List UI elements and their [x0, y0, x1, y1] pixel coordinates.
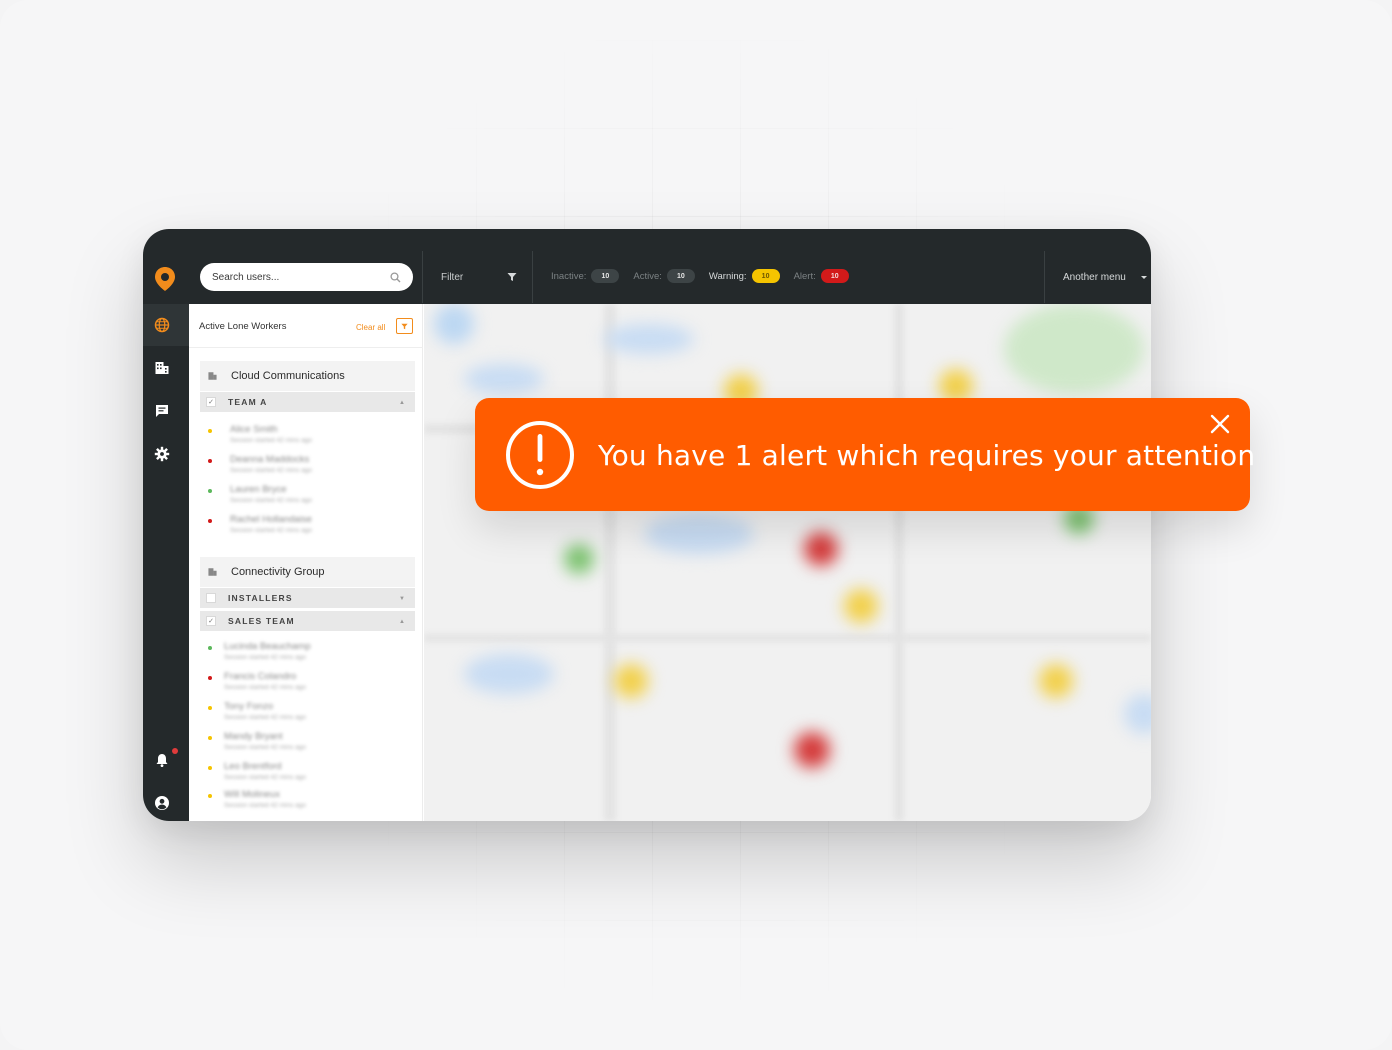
filter-icon [401, 323, 408, 329]
gear-icon[interactable] [154, 446, 170, 462]
worker-item[interactable]: Mandy Bryant Session started 42 mins ago [200, 727, 415, 757]
worker-item[interactable]: Francis Colandro Session started 42 mins… [200, 667, 415, 697]
map-water [464, 654, 554, 694]
worker-item[interactable]: Tony Fonzo Session started 42 mins ago [200, 697, 415, 727]
map-marker-alert[interactable] [804, 532, 838, 566]
status-dot [208, 794, 212, 798]
filter-label[interactable]: Filter [441, 272, 463, 283]
status-dot [208, 736, 212, 740]
worker-item[interactable]: Will Molineux Session started 42 mins ag… [200, 785, 415, 815]
building-icon[interactable] [154, 360, 170, 376]
status-count-badge: 10 [751, 269, 780, 283]
alert-toast: You have 1 alert which requires your att… [475, 398, 1255, 511]
filter-icon[interactable] [507, 272, 517, 282]
status-dot [208, 646, 212, 650]
panel-divider [189, 347, 423, 348]
worker-item[interactable]: Lucinda Beauchamp Session started 42 min… [200, 637, 415, 667]
team-checkbox[interactable] [206, 593, 216, 603]
map-park [1004, 304, 1144, 394]
exclamation-circle-icon [506, 421, 574, 489]
search-box[interactable] [200, 263, 413, 291]
team-row[interactable]: ✓ TEAM A ▲ [200, 392, 415, 412]
map-marker-active[interactable] [564, 544, 594, 574]
top-bar: Filter Inactive: 10 Active: 10 Warning: … [189, 229, 1151, 304]
chevron-down-icon[interactable]: ▼ [399, 596, 405, 602]
status-inactive[interactable]: Inactive: 10 [551, 269, 620, 283]
map-water [604, 324, 694, 354]
workers-panel: Active Lone Workers Clear all Cloud Comm… [189, 304, 423, 821]
team-row[interactable]: INSTALLERS ▼ [200, 588, 415, 608]
worker-item[interactable]: Leo Brentford Session started 42 mins ag… [200, 757, 415, 785]
team-checkbox[interactable]: ✓ [206, 616, 216, 626]
status-active[interactable]: Active: 10 [633, 269, 695, 283]
worker-item[interactable]: Alice Smith Session started 42 mins ago [200, 420, 415, 450]
worker-item[interactable]: Rachel Hollandaise Session started 42 mi… [200, 510, 415, 540]
chevron-down-icon[interactable] [1141, 276, 1147, 279]
topbar-divider [422, 251, 423, 303]
status-warning[interactable]: Warning: 10 [709, 269, 780, 283]
team-name: INSTALLERS [228, 593, 293, 603]
map-marker-warning[interactable] [844, 589, 878, 623]
map-marker-warning[interactable] [1039, 664, 1073, 698]
bell-icon[interactable] [154, 752, 170, 768]
chevron-up-icon[interactable]: ▲ [399, 619, 405, 625]
status-count-badge: 10 [666, 269, 695, 283]
status-dot [208, 429, 212, 433]
map-road [604, 304, 616, 821]
worker-item[interactable]: Lauren Bryce Session started 42 mins ago [200, 480, 415, 510]
building-icon [208, 372, 217, 380]
status-count-badge: 10 [591, 269, 620, 283]
org-header[interactable]: Connectivity Group [200, 557, 415, 587]
map-road [894, 304, 904, 821]
alert-message: You have 1 alert which requires your att… [598, 439, 1256, 472]
status-dot [208, 459, 212, 463]
map-marker-warning[interactable] [614, 664, 648, 698]
notification-dot [172, 748, 178, 754]
topbar-divider [1044, 251, 1045, 303]
status-dot [208, 519, 212, 523]
map-road [424, 634, 1151, 642]
search-input[interactable] [212, 271, 390, 283]
map-view[interactable] [424, 304, 1151, 821]
status-dot [208, 676, 212, 680]
map-water [644, 514, 754, 554]
worker-item[interactable]: Deanna Maddocks Session started 42 mins … [200, 450, 415, 480]
status-summary: Inactive: 10 Active: 10 Warning: 10 Aler… [551, 269, 863, 283]
team-row[interactable]: ✓ SALES TEAM ▲ [200, 611, 415, 631]
team-name: SALES TEAM [228, 616, 295, 626]
another-menu[interactable]: Another menu [1063, 272, 1126, 283]
map-water [1124, 694, 1151, 734]
clear-all-link[interactable]: Clear all [356, 323, 385, 332]
org-group: Connectivity Group INSTALLERS ▼ ✓ SALES … [200, 557, 415, 815]
status-alert[interactable]: Alert: 10 [794, 269, 849, 283]
panel-filter-button[interactable] [396, 318, 413, 334]
location-pin-icon[interactable] [154, 266, 176, 292]
team-checkbox[interactable]: ✓ [206, 397, 216, 407]
panel-title: Active Lone Workers [199, 321, 287, 332]
org-header[interactable]: Cloud Communications [200, 361, 415, 391]
status-dot [208, 706, 212, 710]
map-marker-alert[interactable] [794, 732, 830, 768]
status-dot [208, 489, 212, 493]
close-icon[interactable] [1209, 413, 1231, 435]
building-icon [208, 568, 217, 576]
map-water [464, 364, 544, 394]
chevron-up-icon[interactable]: ▲ [399, 400, 405, 406]
status-count-badge: 10 [820, 269, 849, 283]
status-dot [208, 766, 212, 770]
map-water [434, 304, 474, 344]
team-name: TEAM A [228, 397, 268, 407]
search-icon[interactable] [390, 271, 401, 283]
org-group: Cloud Communications ✓ TEAM A ▲ Alice Sm… [200, 361, 415, 540]
topbar-divider [532, 251, 533, 303]
org-name: Cloud Communications [231, 370, 345, 382]
user-icon[interactable] [154, 795, 170, 811]
app-window: Filter Inactive: 10 Active: 10 Warning: … [143, 229, 1151, 821]
org-name: Connectivity Group [231, 566, 325, 578]
globe-icon[interactable] [154, 317, 170, 333]
chat-icon[interactable] [154, 403, 170, 419]
left-rail [143, 229, 189, 821]
